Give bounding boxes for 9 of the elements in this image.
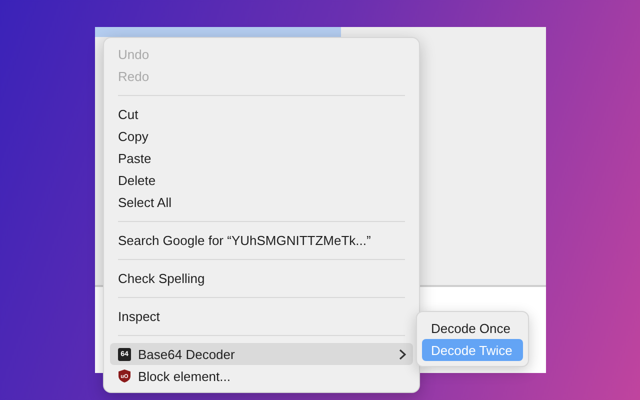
submenu-item[interactable]: Decode Once [422,317,523,339]
menu-item[interactable]: Paste [110,147,413,169]
menu-item[interactable]: Select All [110,191,413,213]
menu-item[interactable]: Delete [110,169,413,191]
menu-item[interactable]: Check Spelling [110,267,413,289]
menu-item[interactable]: Cut [110,103,413,125]
menu-item[interactable]: Copy [110,125,413,147]
menu-item[interactable]: Inspect [110,305,413,327]
menu-item[interactable]: Search Google for “YUhSMGNITTZMeTk...” [110,229,413,251]
